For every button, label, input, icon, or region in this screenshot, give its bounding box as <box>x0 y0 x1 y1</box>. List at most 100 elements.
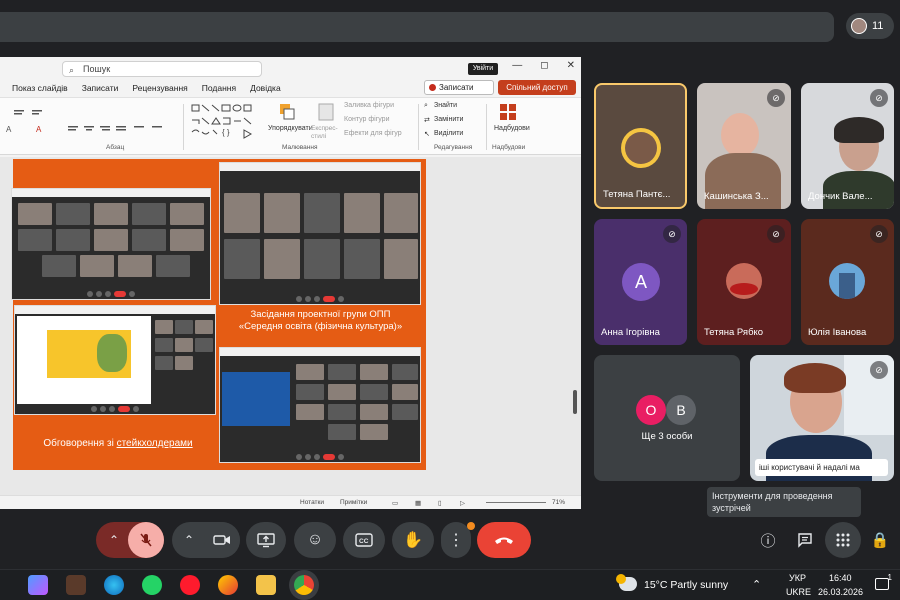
find-button[interactable]: ⌕ Знайти <box>424 102 457 109</box>
zoom-slider[interactable] <box>486 502 546 503</box>
more-vert-icon: ⋮ <box>448 532 464 549</box>
menu-slideshow[interactable]: Показ слайдів <box>12 83 68 93</box>
comments-button[interactable]: Примітки <box>340 499 367 506</box>
maximize-icon[interactable]: ◻ <box>540 60 548 71</box>
mic-toggle-button[interactable] <box>128 522 164 558</box>
menu-help[interactable]: Довідка <box>250 83 281 93</box>
svg-text:CC: CC <box>359 538 369 545</box>
minimize-icon[interactable]: — <box>512 60 522 71</box>
notifications-icon[interactable]: 1 <box>875 573 892 590</box>
tray-overflow-icon[interactable]: ⌃ <box>752 578 761 591</box>
clock-date[interactable]: 26.03.2026 <box>818 587 863 597</box>
menu-review[interactable]: Рецензування <box>132 83 187 93</box>
ppt-ribbon: A A Абзац { } Упорядкувати Експрес-стилі… <box>0 97 581 155</box>
share-button[interactable]: Спільний доступ <box>498 80 576 95</box>
shape-fill-button[interactable]: Заливка фігури <box>344 102 394 109</box>
reactions-button[interactable]: ☺ <box>294 522 336 558</box>
record-icon <box>429 84 436 91</box>
muted-mic-icon: ⊘ <box>870 89 888 107</box>
arrange-button[interactable]: Упорядкувати <box>268 102 313 142</box>
participant-name: Кашинська З... <box>704 191 769 202</box>
meeting-details-button[interactable]: ⓘ <box>757 529 779 551</box>
replace-label: Замінити <box>434 116 464 123</box>
present-screen-button[interactable] <box>246 522 286 558</box>
chrome-icon[interactable] <box>294 575 314 595</box>
edge-icon[interactable] <box>104 575 124 595</box>
host-controls-button[interactable]: 🔒 <box>869 529 891 551</box>
meet-controls <box>15 406 215 412</box>
editing-group-label: Редагування <box>434 144 473 151</box>
participant-tile[interactable]: ⊘ Дончик Вале... <box>801 83 894 209</box>
meet-controls <box>220 454 420 460</box>
camera-toggle-button[interactable] <box>204 522 240 558</box>
windows-taskbar: 15°C Partly sunny ⌃ УКР UKRE 16:40 26.03… <box>0 569 900 600</box>
shape-outline-button[interactable]: Контур фігури <box>344 116 389 123</box>
addins-icon <box>500 104 516 120</box>
normal-view-icon[interactable]: ▭ <box>392 499 398 507</box>
paragraph-format-icons: A A <box>6 110 162 134</box>
copilot-icon[interactable] <box>28 575 48 595</box>
participant-tile[interactable]: ⊘ Кашинська З... <box>697 83 791 209</box>
ppt-title-bar: ⌕ Пошук Увійти — ◻ ✕ <box>0 57 581 79</box>
video-tile <box>328 424 356 440</box>
quick-styles-button[interactable]: Експрес-стилі <box>311 102 341 142</box>
participant-avatar <box>851 18 867 34</box>
zoom-level[interactable]: 71% <box>552 499 565 506</box>
slideshow-icon[interactable]: ▷ <box>460 499 465 507</box>
svg-text:{ }: { } <box>222 128 230 137</box>
addins-button[interactable]: Надбудови <box>494 102 530 142</box>
menu-record[interactable]: Записати <box>82 83 119 93</box>
select-button[interactable]: ↖ Виділити <box>424 130 463 138</box>
paragraph-tools[interactable]: A A <box>6 106 176 136</box>
notes-button[interactable]: Нотатки <box>300 499 324 506</box>
replace-button[interactable]: ⇄ Замінити <box>424 116 464 124</box>
people-button[interactable]: 11 <box>846 13 894 39</box>
leave-call-button[interactable] <box>477 522 531 558</box>
activities-button[interactable] <box>825 522 861 558</box>
reading-view-icon[interactable]: ▯ <box>438 499 442 507</box>
more-participants-label: Ще 3 особи <box>641 431 693 442</box>
chat-button[interactable] <box>794 529 816 551</box>
mic-options-button[interactable]: ⌃ <box>99 522 129 558</box>
captions-button[interactable]: CC <box>343 522 385 558</box>
raise-hand-button[interactable]: ✋ <box>392 522 434 558</box>
ppt-search-box[interactable]: ⌕ Пошук <box>62 61 262 77</box>
participant-tile[interactable]: ⊘ Тетяна Рябко <box>697 219 791 345</box>
close-icon[interactable]: ✕ <box>567 60 575 71</box>
participant-video <box>823 171 894 209</box>
participant-tile[interactable]: A ⊘ Анна Ігорівна <box>594 219 687 345</box>
ribbon-separator <box>183 104 184 150</box>
caption-link: стейкхолдерами <box>116 438 193 449</box>
addins-group-label: Надбудови <box>492 144 526 151</box>
file-explorer-icon[interactable] <box>256 575 276 595</box>
whatsapp-icon[interactable] <box>142 575 162 595</box>
video-tile <box>328 364 356 380</box>
app-icon[interactable] <box>218 575 238 595</box>
participant-tile-active[interactable]: Тетяна Пантє... <box>594 83 687 209</box>
current-slide[interactable]: Засідання проектної групи ОПП «Середня о… <box>11 159 426 470</box>
more-participants-tile[interactable]: О В Ще 3 особи <box>594 355 740 481</box>
record-button[interactable]: Записати <box>424 80 494 95</box>
menu-view[interactable]: Подання <box>202 83 236 93</box>
shapes-gallery[interactable]: { } <box>190 102 262 142</box>
shape-effects-button[interactable]: Ефекти для фігур <box>344 130 402 137</box>
weather-text[interactable]: 15°C Partly sunny <box>644 579 728 591</box>
slide-sorter-icon[interactable]: ▦ <box>415 499 421 507</box>
video-tile <box>132 203 166 225</box>
keyboard-language[interactable]: УКР <box>789 573 806 583</box>
video-tile <box>94 203 128 225</box>
shared-presentation-window: ⌕ Пошук Увійти — ◻ ✕ Показ слайдів Запис… <box>0 57 581 509</box>
shapes-gallery-icons: { } <box>191 104 253 139</box>
app-icon[interactable] <box>66 575 86 595</box>
sign-in-button[interactable]: Увійти <box>468 63 498 75</box>
video-tile <box>195 338 213 352</box>
participant-tile[interactable]: ⊘ Юлія Іванова <box>801 219 894 345</box>
opera-icon[interactable] <box>180 575 200 595</box>
chat-icon <box>798 533 812 548</box>
slide-scrollbar[interactable] <box>573 390 577 414</box>
find-label: Знайти <box>434 102 458 109</box>
clock-time[interactable]: 16:40 <box>829 573 852 583</box>
keyboard-layout[interactable]: UKRE <box>786 587 811 597</box>
record-label: Записати <box>439 83 474 92</box>
camera-options-button[interactable]: ⌃ <box>174 522 204 558</box>
